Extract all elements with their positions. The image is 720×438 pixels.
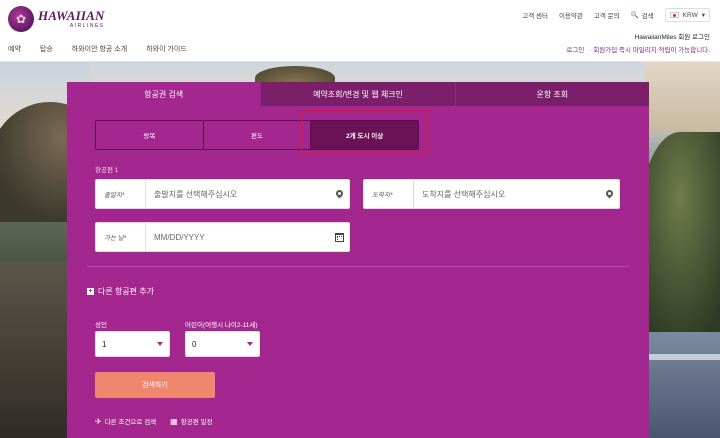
- adults-label: 성인: [95, 322, 107, 329]
- location-pin-icon: [599, 190, 619, 199]
- trip-type-oneway[interactable]: 편도: [203, 121, 312, 149]
- miles-login-title: HawaiianMiles 회원 로그인: [634, 34, 710, 41]
- chevron-down-icon: [157, 342, 163, 346]
- section-divider: [87, 266, 629, 267]
- depart-date-label: 가는 날*: [96, 223, 146, 251]
- depart-date-input[interactable]: MM/DD/YYYY: [146, 233, 329, 242]
- search-flights-button[interactable]: 검색하기: [95, 372, 215, 398]
- origin-input[interactable]: 출발지를 선택해주십시오: [146, 189, 329, 200]
- adults-value: 1: [102, 339, 107, 349]
- inquiry-link[interactable]: 고객 문의: [594, 10, 620, 20]
- korea-flag-icon: [669, 12, 679, 18]
- bottom-links: ✈ 다른 조건으로 검색 ▦ 항공편 일정: [95, 416, 212, 427]
- main-nav: 예약 탑승 하와이안 항공 소개 하와이 가이드: [8, 44, 187, 54]
- tab-manage-booking[interactable]: 예약조회/변경 및 웹 체크인: [260, 82, 455, 106]
- depart-date-field[interactable]: 가는 날* MM/DD/YYYY: [95, 222, 350, 252]
- location-pin-icon: [329, 190, 349, 199]
- add-flight-label: 다른 항공편 추가: [98, 287, 154, 296]
- logo-subtext: AIRLINES: [69, 23, 105, 29]
- nav-item-guide[interactable]: 하와이 가이드: [146, 44, 187, 54]
- plus-icon: +: [87, 288, 94, 295]
- search-label: 검색: [641, 13, 654, 20]
- pualani-logo-icon: ✿: [8, 6, 34, 32]
- destination-input[interactable]: 도착지를 선택해주십시오: [414, 189, 599, 200]
- tab-flight-search[interactable]: 항공권 검색: [67, 82, 261, 106]
- calendar-icon[interactable]: [329, 232, 349, 242]
- nav-item-booking[interactable]: 예약: [8, 44, 21, 54]
- highlight-box: [301, 110, 427, 153]
- origin-label: 출발지*: [96, 180, 146, 208]
- logo-wordmark: HAWAIIAN: [38, 8, 105, 23]
- login-link[interactable]: 로그인: [566, 47, 584, 54]
- hawaiian-airlines-logo[interactable]: ✿ HAWAIIAN AIRLINES: [8, 6, 105, 32]
- search-link[interactable]: 🔍 검색: [631, 10, 654, 20]
- origin-field[interactable]: 출발지* 출발지를 선택해주십시오: [95, 179, 350, 209]
- adults-select[interactable]: 1: [95, 331, 170, 357]
- children-label: 어린이(여행시 나이2-11세): [185, 322, 258, 329]
- airplane-icon: ✈: [95, 416, 102, 426]
- search-icon: 🔍: [630, 12, 639, 19]
- tab-flight-status[interactable]: 운항 조회: [454, 82, 649, 106]
- customer-center-link[interactable]: 고객 센터: [522, 10, 548, 20]
- schedule-link[interactable]: ▦ 항공편 일정: [170, 416, 212, 427]
- chevron-down-icon: [247, 342, 253, 346]
- member-area: HawaiianMiles 회원 로그인 로그인 · 회원가입 즉시 마일리지 적…: [566, 31, 710, 57]
- terms-link[interactable]: 이용약관: [559, 10, 583, 20]
- utility-nav: 고객 센터 이용약관 고객 문의 🔍 검색 KRW ▾: [522, 8, 710, 22]
- nav-item-about[interactable]: 하와이안 항공 소개: [72, 44, 127, 54]
- trip-type-roundtrip[interactable]: 왕복: [96, 121, 204, 149]
- destination-label: 도착지*: [364, 180, 414, 208]
- nav-item-boarding[interactable]: 탑승: [40, 44, 53, 54]
- add-flight-button[interactable]: + 다른 항공편 추가: [87, 286, 154, 297]
- widget-tabs: 항공권 검색 예약조회/변경 및 웹 체크인 운항 조회: [67, 82, 649, 106]
- children-select[interactable]: 0: [185, 331, 260, 357]
- destination-field[interactable]: 도착지* 도착지를 선택해주십시오: [363, 179, 620, 209]
- signup-promo-link[interactable]: · 회원가입 즉시 마일리지 적립이 가능합니다.: [589, 47, 710, 54]
- other-criteria-link[interactable]: ✈ 다른 조건으로 검색: [95, 416, 156, 427]
- children-value: 0: [192, 339, 197, 349]
- flight-search-widget: 항공권 검색 예약조회/변경 및 웹 체크인 운항 조회 왕복 편도 2개 도시…: [67, 82, 649, 438]
- currency-selector[interactable]: KRW ▾: [664, 8, 710, 22]
- currency-label: KRW: [682, 11, 698, 19]
- schedule-icon: ▦: [170, 416, 178, 426]
- chevron-down-icon: ▾: [701, 12, 705, 19]
- site-header: ✿ HAWAIIAN AIRLINES 고객 센터 이용약관 고객 문의 🔍 검…: [0, 0, 720, 62]
- segment-label: 항공편 1: [95, 167, 119, 174]
